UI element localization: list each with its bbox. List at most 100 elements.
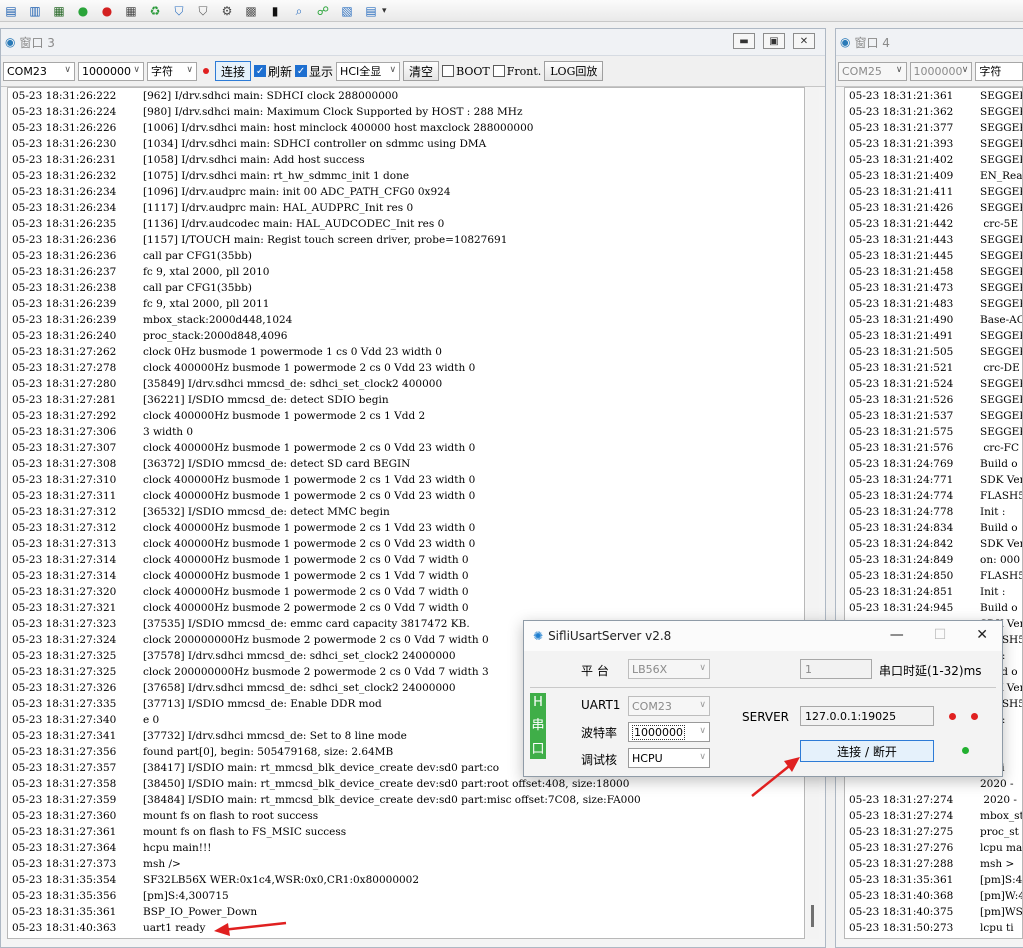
document-icon[interactable]: ▤ [362,2,380,20]
minimize-button[interactable]: ▬ [733,33,755,49]
log-timestamp: 05-23 18:31:27:275 [849,826,954,838]
log-line: 05-23 18:31:35:356 [pm]S:4,300715 [8,888,804,904]
mode-select[interactable]: 字符 ∨ [147,61,197,81]
close-button[interactable]: ✕ [793,33,815,49]
display-checkbox[interactable]: ✓ 显示 [295,63,333,80]
mode-value: 字符 [979,65,1002,78]
log-line: 05-23 18:31:24:778 Init : [845,504,1022,520]
log-line: 05-23 18:31:27:262 clock 0Hz busmode 1 po… [8,344,804,360]
clear-button[interactable]: 清空 [403,61,440,81]
image-icon[interactable]: ▧ [338,2,356,20]
log-line: 05-23 18:31:24:834 Build o [845,520,1022,536]
log-line: 05-23 18:31:35:361 BSP_IO_Power_Down [8,904,804,920]
log-timestamp: 05-23 18:31:24:771 [849,474,954,486]
scroll-thumb[interactable] [811,905,814,927]
close-button[interactable]: ✕ [976,627,988,643]
log-message: [1006] I/drv.sdhci main: host minclock 4… [143,122,534,134]
baud-select[interactable]: 1000000 ∨ [78,61,144,81]
server-address-field[interactable]: 127.0.0.1:19025 [800,706,934,726]
connect-button[interactable]: 连接 [215,61,252,81]
log-line: 05-23 18:31:27:274 mbox_st [845,808,1022,824]
restore-icon: ▣ [769,35,779,47]
log-line: 05-23 18:31:24:769 Build o [845,456,1022,472]
log-line: 05-23 18:31:26:235 [1136] I/drv.audcodec … [8,216,804,232]
maximize-button[interactable]: ▣ [763,33,785,49]
baud-select[interactable]: 1000000 ∨ [909,61,973,81]
log-line: 05-23 18:31:26:236 [1157] I/TOUCH main: R… [8,232,804,248]
log-replay-button[interactable]: LOG回放 [544,61,604,81]
log-timestamp: 05-23 18:31:24:769 [849,458,954,470]
uart-select[interactable]: COM23 ∨ [628,696,710,716]
close-icon: ✕ [799,35,809,47]
shield-a-icon[interactable]: ⛉ [170,2,188,20]
log-message: lcpu ti [980,938,1014,939]
tile-horizontal-icon[interactable]: ▤ [2,2,20,20]
baud-select[interactable]: 1000000 ∨ [628,722,710,742]
log-message: SEGGER_ [980,154,1022,166]
platform-select[interactable]: LB56X ∨ [628,659,710,679]
core-select[interactable]: HCPU ∨ [628,748,710,768]
port-select[interactable]: COM25 ∨ [838,61,907,81]
minimize-button[interactable]: — [890,627,904,643]
maximize-button[interactable]: ☐ [934,627,947,643]
log-message: SEGGER_ [980,346,1022,358]
log-timestamp: 05-23 18:31:24:849 [849,554,954,566]
front-checkbox[interactable]: Front. [492,65,541,78]
log-line: 05-23 18:31:27:288 msh > [845,856,1022,872]
hci-select[interactable]: HCI全显 ∨ [336,61,401,81]
log-line: 05-23 18:31:26:226 [1006] I/drv.sdhci mai… [8,120,804,136]
refresh-checkbox[interactable]: ✓ 刷新 [254,63,292,80]
minimize-icon: ▬ [739,35,749,47]
chip-icon[interactable]: ▩ [242,2,260,20]
log-message: FLASH5 [980,490,1023,502]
log-scrollbar[interactable] [807,87,819,939]
log-line: 05-23 18:31:27:275 proc_st [845,824,1022,840]
log-timestamp: 05-23 18:31:27:311 [12,490,117,502]
search-icon[interactable]: ⌕ [290,2,308,20]
log-output[interactable]: 05-23 18:31:26:222 [962] I/drv.sdhci main… [7,87,805,939]
log-line: 05-23 18:31:21:458 SEGGER_ [845,264,1022,280]
port-select[interactable]: COM23 ∨ [3,61,75,81]
terminal-icon[interactable]: ▮ [266,2,284,20]
log-line: 05-23 18:31:27:278 clock 400000Hz busmode… [8,360,804,376]
gear-icon[interactable]: ⚙ [218,2,236,20]
mode-select[interactable]: 字符 [975,61,1023,81]
green-circle-icon[interactable]: ● [74,2,92,20]
mode-value: 字符 [151,65,173,78]
chevron-down-icon: ∨ [389,64,397,75]
main-toolbar: ▤ ▥ ▦ ● ● ▦ ♻ ⛉ ⛉ ⚙ ▩ ▮ ⌕ ☍ ▧ ▤ ▾ [0,0,1023,22]
log-message: SEGGER_ [980,282,1022,294]
log-output[interactable]: 05-23 18:31:21:361 SEGGER_ 05-23 18:31:21:… [844,87,1023,939]
network-icon[interactable]: ☍ [314,2,332,20]
boot-checkbox[interactable]: BOOT [442,65,490,78]
window-3-controlbar: COM23 ∨ 1000000 ∨ 字符 ∨ 连接 ✓ 刷新 ✓ 显示 HCI全显 ∨ 清空… [1,56,825,87]
grid-layout-icon[interactable]: ▦ [50,2,68,20]
log-timestamp: 05-23 18:31:21:521 [849,362,954,374]
log-line: 05-23 18:31:21:521 crc-DE [845,360,1022,376]
tile-split-icon[interactable]: ▥ [26,2,44,20]
log-timestamp: 05-23 18:31:35:361 [12,906,117,918]
delay-input[interactable]: 1 [800,659,872,679]
log-timestamp: 05-23 18:31:26:230 [12,138,117,150]
log-line: 05-23 18:31:21:445 SEGGER_ [845,248,1022,264]
log-message: e 0 [143,714,160,726]
boot-label: BOOT [456,64,490,78]
hci-value: HCI全显 [340,65,382,78]
recycle-icon[interactable]: ♻ [146,2,164,20]
status-led-icon [962,747,969,754]
log-timestamp: 05-23 18:31:27:320 [12,586,117,598]
log-line: 05-23 18:31:21:483 SEGGER_ [845,296,1022,312]
log-line: 05-23 18:31:27:276 lcpu ma [845,840,1022,856]
port-value: COM25 [842,64,882,78]
toolbar-dropdown-icon[interactable]: ▾ [382,6,387,16]
log-message: [37658] I/drv.sdhci mmcsd_de: sdhci_set_… [143,682,456,694]
log-timestamp: 05-23 18:31:50:273 [849,922,954,934]
table-icon[interactable]: ▦ [122,2,140,20]
log-timestamp: 05-23 18:31:27:324 [12,634,117,646]
log-message: SDK Ver [980,474,1023,486]
log-timestamp: 05-23 18:31:21:361 [849,90,954,102]
shield-b-icon[interactable]: ⛉ [194,2,212,20]
connect-disconnect-button[interactable]: 连接 / 断开 [800,740,934,762]
log-timestamp: 05-23 18:31:26:226 [12,122,117,134]
stop-circle-icon[interactable]: ● [98,2,116,20]
